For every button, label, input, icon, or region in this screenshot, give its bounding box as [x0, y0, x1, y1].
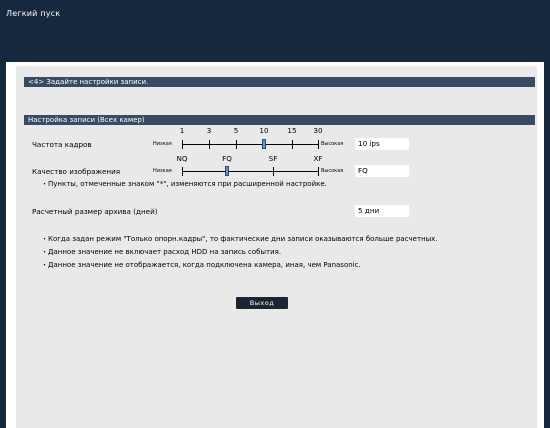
quality-scale-fq: FQ [222, 154, 232, 163]
window-title: Легкий пуск [6, 9, 61, 18]
quality-tick [182, 167, 183, 176]
frame-rate-tick [292, 140, 293, 149]
frame-rate-low-label: Низкая [153, 141, 172, 147]
step-header: <4> Задайте настройки записи. [24, 77, 535, 87]
quality-value: FQ [355, 165, 409, 177]
advanced-setting-note: ・Пункты, отмеченные знаком "*", изменяют… [41, 180, 327, 188]
exit-button[interactable]: Выход [236, 297, 288, 309]
quality-tick [318, 167, 319, 176]
content-area: <4> Задайте настройки записи. Настройка … [6, 62, 544, 428]
frame-rate-value: 10 ips [355, 138, 409, 150]
settings-panel: <4> Задайте настройки записи. Настройка … [16, 66, 537, 428]
frame-rate-tick [236, 140, 237, 149]
frame-rate-high-label: Высокая [321, 141, 344, 147]
easy-setup-window: Легкий пуск <4> Задайте настройки записи… [0, 0, 550, 428]
frame-rate-track [182, 144, 318, 145]
quality-scale-xf: XF [313, 154, 323, 163]
archive-size-value: 5 дни [355, 205, 409, 217]
frame-rate-scale-5: 5 [233, 126, 239, 135]
quality-scale-nq: NQ [176, 154, 188, 163]
frame-rate-slider-thumb[interactable] [262, 139, 266, 149]
frame-rate-tick [209, 140, 210, 149]
quality-high-label: Высокая [321, 168, 344, 174]
frame-rate-tick [318, 140, 319, 149]
note-line: ・Данное значение не включает расход HDD … [41, 248, 282, 256]
quality-scale-sf: SF [268, 154, 278, 163]
frame-rate-scale-1: 1 [179, 126, 185, 135]
frame-rate-scale-30: 30 [313, 126, 323, 135]
quality-tick [273, 167, 274, 176]
frame-rate-label: Частота кадров [32, 140, 92, 149]
frame-rate-scale-10: 10 [259, 126, 269, 135]
quality-slider-thumb[interactable] [225, 166, 229, 176]
quality-track [182, 171, 318, 172]
note-line: ・Когда задан режим "Только опорн.кадры",… [41, 235, 438, 243]
frame-rate-scale-3: 3 [206, 126, 212, 135]
frame-rate-tick [182, 140, 183, 149]
archive-size-label: Расчетный размер архива (дней) [32, 207, 158, 216]
frame-rate-scale-15: 15 [287, 126, 297, 135]
note-line: ・Данное значение не отображается, когда … [41, 261, 361, 269]
quality-low-label: Низкая [153, 168, 172, 174]
quality-label: Качество изображения [32, 167, 121, 176]
section-header: Настройка записи (Всех камер) [24, 115, 535, 125]
